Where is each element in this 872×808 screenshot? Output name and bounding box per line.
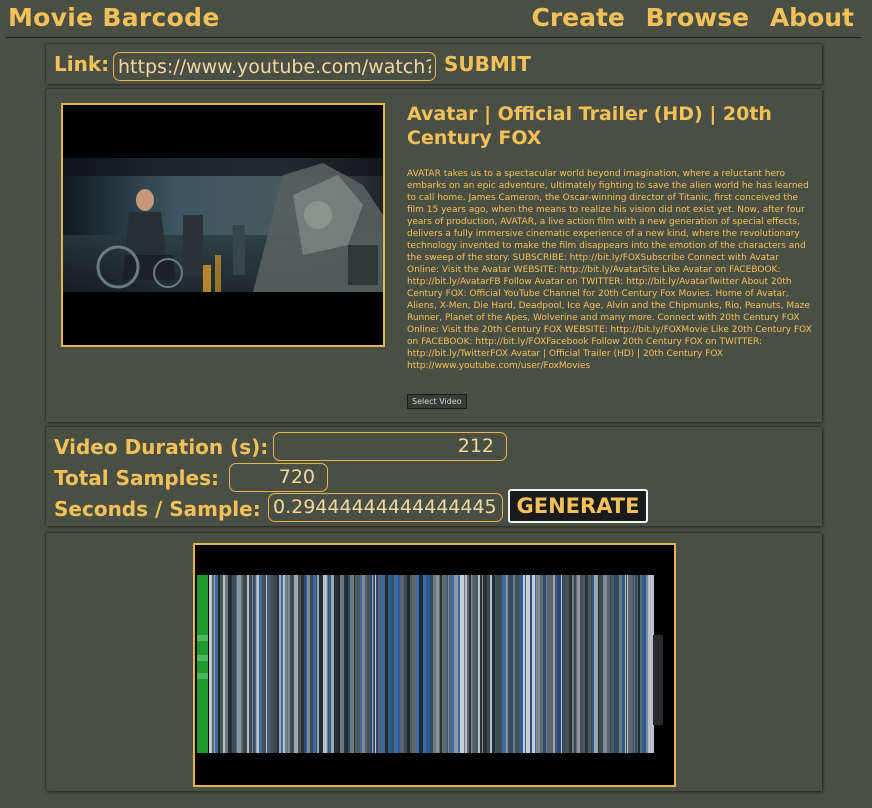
site-brand[interactable]: Movie Barcode — [8, 3, 220, 32]
top-bar: Movie Barcode Create Browse About — [0, 0, 872, 38]
link-panel: Link: SUBMIT — [46, 44, 822, 84]
main-nav: Create Browse About — [519, 3, 854, 32]
select-video-button[interactable]: Select Video — [407, 394, 467, 409]
duration-label: Video Duration (s): — [54, 435, 269, 459]
seconds-per-sample-field[interactable]: 0.29444444444444445 — [268, 493, 503, 522]
barcode-image — [195, 545, 674, 785]
nav-create[interactable]: Create — [531, 3, 624, 32]
thumbnail-image — [63, 105, 383, 345]
barcode-panel — [46, 533, 822, 791]
link-url-input[interactable] — [113, 52, 436, 81]
submit-button[interactable]: SUBMIT — [444, 52, 531, 76]
duration-field[interactable]: 212 — [273, 432, 507, 461]
link-label: Link: — [54, 52, 110, 76]
nav-browse[interactable]: Browse — [646, 3, 750, 32]
video-title: Avatar | Official Trailer (HD) | 20th Ce… — [407, 103, 772, 149]
generate-button[interactable]: GENERATE — [508, 489, 648, 523]
samples-label: Total Samples: — [54, 466, 219, 490]
nav-about[interactable]: About — [770, 3, 854, 32]
video-description: AVATAR takes us to a spectacular world b… — [407, 169, 812, 371]
barcode-canvas — [193, 543, 676, 787]
settings-panel: Video Duration (s): 212 Total Samples: 7… — [46, 427, 822, 526]
video-panel: Avatar | Official Trailer (HD) | 20th Ce… — [46, 89, 822, 422]
video-thumbnail[interactable] — [61, 103, 385, 347]
seconds-per-sample-label: Seconds / Sample: — [54, 497, 261, 521]
header-divider — [6, 37, 861, 38]
samples-field[interactable]: 720 — [229, 463, 328, 492]
